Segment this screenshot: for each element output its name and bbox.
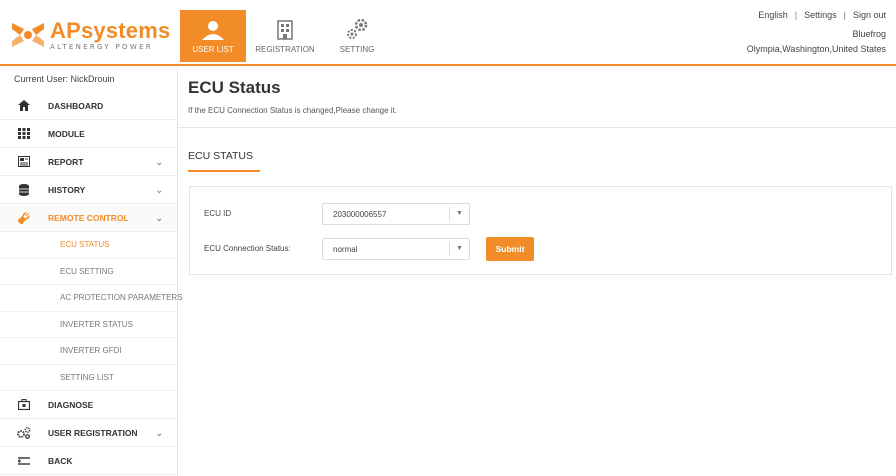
sidebar-item-back[interactable]: BACK [0, 447, 177, 475]
separator: | [794, 10, 798, 20]
briefcase-icon [0, 399, 48, 410]
username: Bluefrog [852, 29, 886, 39]
user-location: Olympia,Washington,United States [746, 44, 886, 54]
apsystems-logo[interactable]: APsystems ALTENERGY POWER [10, 17, 170, 52]
topnav-setting-label: SETTING [339, 45, 375, 54]
dropdown-arrow-icon: ▼ [449, 207, 469, 221]
sidebar-item-label: HISTORY [48, 184, 86, 195]
topnav-setting[interactable]: SETTING [324, 10, 390, 62]
user-list-icon [202, 21, 224, 40]
sidebar-item-history[interactable]: HISTORY ⌄ [0, 176, 177, 204]
sidebar-item-label: REMOTE CONTROL [48, 212, 129, 223]
sidebar-subitem-ac-protection[interactable]: AC PROTECTION PARAMETERS [0, 285, 183, 312]
chevron-down-icon: ⌄ [155, 213, 163, 223]
connection-status-row: ECU Connection Status: normal ▼ Submit [190, 237, 891, 261]
sidebar-item-remote-control[interactable]: REMOTE CONTROL ⌄ [0, 204, 177, 232]
logo-name-rest: systems [80, 17, 171, 43]
sidebar-item-label: BACK [48, 455, 73, 466]
back-icon [0, 456, 48, 466]
connection-status-label: ECU Connection Status: [204, 244, 291, 253]
language-link[interactable]: English [758, 10, 788, 20]
sidebar-item-label: DASHBOARD [48, 100, 104, 111]
separator: | [843, 10, 846, 20]
topnav-user-list-label: USER LIST [192, 45, 234, 54]
submit-button[interactable]: Submit [486, 237, 534, 261]
sidebar-item-label: MODULE [48, 128, 85, 139]
top-navigation: USER LIST REGISTRATION SETTING [180, 10, 396, 62]
account-area: English | Settings | Sign out Bluefrog Olymp… [747, 8, 886, 57]
topnav-registration-label: REGISTRATION [255, 45, 315, 54]
sidebar: Current User: NickDrouin DASHBOARD MODUL… [0, 68, 183, 476]
wrench-icon [0, 211, 48, 224]
tab-ecu-status[interactable]: ECU STATUS [188, 150, 260, 172]
sidebar-subitem-inverter-status[interactable]: INVERTER STATUS [0, 312, 177, 338]
page-description: If the ECU Connection Status is changed,… [188, 106, 398, 115]
settings-link[interactable]: Settings [804, 10, 837, 20]
ecu-id-row: ECU ID 203000006557 ▼ [190, 203, 891, 225]
sidebar-subitem-ecu-status[interactable]: ECU STATUS [0, 232, 177, 259]
sidebar-item-dashboard[interactable]: DASHBOARD [0, 92, 177, 120]
sidebar-subitem-ecu-setting[interactable]: ECU SETTING [0, 259, 177, 285]
main-content: ECU Status If the ECU Connection Status … [178, 78, 895, 275]
page-title: ECU Status [188, 78, 281, 97]
sidebar-item-module[interactable]: MODULE [0, 120, 177, 148]
divider [178, 127, 895, 128]
ecu-id-select[interactable]: 203000006557 ▼ [322, 203, 470, 225]
sidebar-subitem-setting-list[interactable]: SETTING LIST [0, 365, 177, 391]
logo-name-ap: AP [50, 17, 81, 43]
report-icon [0, 156, 48, 167]
topnav-user-list[interactable]: USER LIST [180, 10, 246, 62]
database-icon [0, 183, 48, 196]
ecu-id-label: ECU ID [204, 209, 232, 218]
sidebar-item-user-registration[interactable]: USER REGISTRATION ⌄ [0, 419, 177, 447]
logo-mark-icon [10, 19, 46, 51]
dropdown-arrow-icon: ▼ [449, 242, 469, 256]
sidebar-item-label: REPORT [48, 156, 84, 167]
cogs-icon [0, 426, 48, 439]
grid-icon [0, 128, 48, 139]
sidebar-item-label: DIAGNOSE [48, 399, 94, 410]
logo-tagline: ALTENERGY POWER [50, 42, 153, 51]
connection-status-select[interactable]: normal ▼ [322, 238, 470, 260]
sidebar-item-diagnose[interactable]: DIAGNOSE [0, 391, 177, 419]
sidebar-subitem-inverter-gfdi[interactable]: INVERTER GFDI [0, 338, 177, 365]
header: APsystems ALTENERGY POWER USER LIST REGI… [0, 0, 896, 66]
chevron-down-icon: ⌄ [155, 185, 163, 195]
building-icon [277, 20, 293, 40]
home-icon [0, 100, 48, 111]
topnav-registration[interactable]: REGISTRATION [252, 10, 318, 62]
current-user: Current User: NickDrouin [14, 74, 115, 84]
sidebar-item-label: USER REGISTRATION [48, 427, 138, 438]
sidebar-item-report[interactable]: REPORT ⌄ [0, 148, 177, 176]
chevron-down-icon: ⌄ [155, 428, 163, 438]
connection-status-value: normal [333, 245, 358, 254]
signout-link[interactable]: Sign out [853, 10, 886, 20]
ecu-id-value: 203000006557 [333, 210, 387, 219]
gears-icon [347, 18, 368, 39]
chevron-down-icon: ⌄ [155, 157, 163, 167]
ecu-status-form: ECU ID 203000006557 ▼ ECU Connection Sta… [189, 186, 892, 275]
